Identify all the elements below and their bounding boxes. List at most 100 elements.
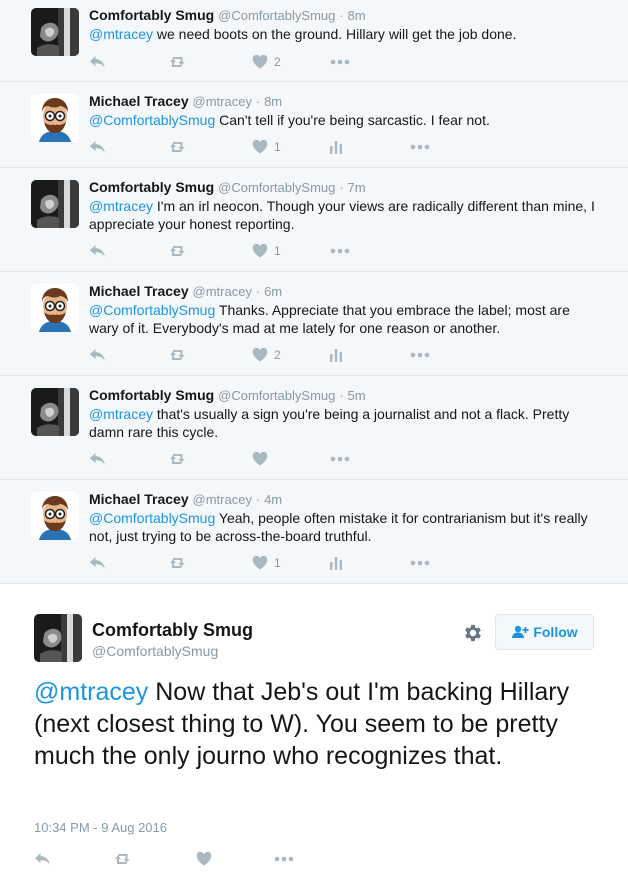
author-name[interactable]: Michael Tracey (89, 491, 189, 507)
like-button[interactable]: 2 (252, 346, 281, 364)
mention-link[interactable]: @ComfortablySmug (89, 510, 215, 526)
reply-button[interactable] (89, 554, 106, 572)
more-button[interactable] (330, 242, 350, 260)
tweet-actions: 1 (89, 242, 449, 260)
thread-tweet[interactable]: Comfortably Smug @ComfortablySmug · 5m @… (0, 376, 628, 480)
tweet-text: @mtracey that's usually a sign you're be… (89, 405, 599, 441)
retweet-icon (170, 246, 185, 256)
thread-tweet[interactable]: Comfortably Smug @ComfortablySmug · 7m @… (0, 168, 628, 272)
retweet-icon (170, 142, 185, 152)
author-name[interactable]: Michael Tracey (89, 283, 189, 299)
reply-button[interactable] (89, 138, 106, 156)
retweet-button[interactable] (114, 850, 134, 868)
tweet-actions (34, 850, 334, 868)
separator-dot: · (255, 284, 261, 299)
avatar[interactable] (31, 284, 79, 332)
separator-dot: · (255, 94, 261, 109)
reply-icon (35, 853, 50, 865)
timestamp[interactable]: 5m (348, 388, 366, 403)
timestamp[interactable]: 6m (264, 284, 282, 299)
mention-link[interactable]: @ComfortablySmug (89, 302, 215, 318)
reply-button[interactable] (34, 850, 51, 868)
tweet-body: I'm an irl neocon. Though your views are… (89, 198, 595, 232)
reply-button[interactable] (89, 346, 106, 364)
author-handle[interactable]: @mtracey (193, 94, 252, 109)
mention-link[interactable]: @ComfortablySmug (89, 112, 215, 128)
timestamp[interactable]: 8m (264, 94, 282, 109)
analytics-button[interactable] (329, 554, 343, 572)
like-button[interactable] (196, 850, 212, 868)
author-name[interactable]: Comfortably Smug (89, 387, 214, 403)
retweet-button[interactable] (169, 554, 189, 572)
heart-icon (196, 852, 212, 866)
avatar[interactable] (31, 388, 79, 436)
tweet-actions: 2 (89, 53, 449, 71)
more-icon (410, 560, 430, 566)
tweet-timestamp[interactable]: 10:34 PM - 9 Aug 2016 (34, 820, 167, 835)
avatar[interactable] (31, 8, 79, 56)
author-handle[interactable]: @ComfortablySmug (218, 8, 335, 23)
author-handle[interactable]: @mtracey (193, 284, 252, 299)
retweet-button[interactable] (169, 346, 189, 364)
author-name[interactable]: Comfortably Smug (92, 620, 253, 641)
like-count: 1 (274, 556, 281, 570)
avatar[interactable] (31, 94, 79, 142)
conversation-thread: Comfortably Smug @ComfortablySmug · 8m @… (0, 0, 628, 584)
retweet-icon (115, 854, 130, 864)
separator-dot: · (255, 492, 261, 507)
like-button[interactable]: 2 (252, 53, 281, 71)
thread-tweet[interactable]: Comfortably Smug @ComfortablySmug · 8m @… (0, 0, 628, 82)
timestamp[interactable]: 7m (348, 180, 366, 195)
follow-button[interactable]: Follow (495, 614, 594, 650)
author-handle[interactable]: @ComfortablySmug (218, 388, 335, 403)
more-button[interactable] (410, 554, 430, 572)
retweet-icon (170, 57, 185, 67)
like-button[interactable]: 1 (252, 554, 281, 572)
retweet-button[interactable] (169, 242, 189, 260)
more-button[interactable] (274, 850, 294, 868)
retweet-button[interactable] (169, 53, 189, 71)
tweet-text: @mtracey Now that Jeb's out I'm backing … (34, 676, 604, 772)
gear-icon[interactable] (462, 622, 484, 644)
reply-button[interactable] (89, 53, 106, 71)
heart-icon (252, 556, 268, 570)
add-user-icon (512, 625, 529, 638)
thread-tweet[interactable]: Michael Tracey @mtracey · 6m @Comfortabl… (0, 272, 628, 376)
tweet-actions: 1 (89, 554, 449, 572)
reply-button[interactable] (89, 450, 106, 468)
timestamp[interactable]: 8m (348, 8, 366, 23)
more-button[interactable] (410, 138, 430, 156)
author-name[interactable]: Comfortably Smug (89, 7, 214, 23)
like-button[interactable] (252, 450, 274, 468)
mention-link[interactable]: @mtracey (89, 26, 153, 42)
author-handle[interactable]: @mtracey (193, 492, 252, 507)
author-name[interactable]: Michael Tracey (89, 93, 189, 109)
reply-button[interactable] (89, 242, 106, 260)
analytics-button[interactable] (329, 138, 343, 156)
more-button[interactable] (330, 53, 350, 71)
mention-link[interactable]: @mtracey (89, 198, 153, 214)
like-button[interactable]: 1 (252, 138, 281, 156)
avatar[interactable] (31, 492, 79, 540)
like-count: 1 (274, 244, 281, 258)
retweet-button[interactable] (169, 450, 189, 468)
mention-link[interactable]: @mtracey (89, 406, 153, 422)
separator-dot: · (339, 8, 344, 23)
author-handle[interactable]: @ComfortablySmug (92, 643, 218, 659)
more-button[interactable] (410, 346, 430, 364)
analytics-icon (330, 349, 342, 362)
retweet-button[interactable] (169, 138, 189, 156)
thread-tweet[interactable]: Michael Tracey @mtracey · 4m @Comfortabl… (0, 480, 628, 584)
more-button[interactable] (330, 450, 350, 468)
author-handle[interactable]: @ComfortablySmug (218, 180, 335, 195)
more-icon (330, 59, 350, 65)
timestamp[interactable]: 4m (264, 492, 282, 507)
mention-link[interactable]: @mtracey (34, 678, 148, 706)
avatar[interactable] (34, 614, 82, 662)
tweet-text: @ComfortablySmug Thanks. Appreciate that… (89, 301, 599, 337)
author-name[interactable]: Comfortably Smug (89, 179, 214, 195)
like-button[interactable]: 1 (252, 242, 281, 260)
thread-tweet[interactable]: Michael Tracey @mtracey · 8m @Comfortabl… (0, 82, 628, 168)
avatar[interactable] (31, 180, 79, 228)
analytics-button[interactable] (329, 346, 343, 364)
